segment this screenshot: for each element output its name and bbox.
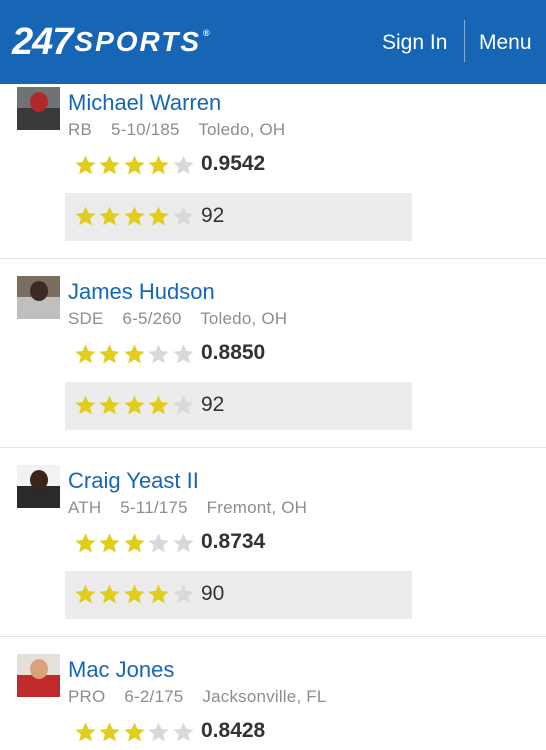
star-filled-icon <box>148 584 169 604</box>
player-measurables: 5-11/175 <box>120 498 188 517</box>
player-position: PRO <box>68 687 106 706</box>
star-empty-icon <box>173 155 194 175</box>
player-name[interactable]: Craig Yeast II <box>68 468 199 494</box>
player-name[interactable]: Mac Jones <box>68 657 174 683</box>
247-rating: 90 <box>201 582 225 605</box>
247-stars <box>74 205 196 228</box>
247-stars <box>74 583 196 606</box>
247-rating-box: 92 <box>65 382 412 430</box>
star-empty-icon <box>173 395 194 415</box>
247-rating: 92 <box>201 204 225 227</box>
divider <box>0 258 546 259</box>
star-filled-icon <box>124 533 145 553</box>
star-empty-icon <box>173 206 194 226</box>
247-rating-box: 92 <box>65 193 412 241</box>
divider <box>0 636 546 637</box>
star-empty-icon <box>173 344 194 364</box>
star-filled-icon <box>124 584 145 604</box>
composite-stars <box>74 343 196 366</box>
star-filled-icon <box>75 344 96 364</box>
player-meta: RB 5-10/185 Toledo, OH <box>68 120 299 140</box>
player-avatar[interactable] <box>17 276 60 319</box>
sign-in-link[interactable]: Sign In <box>382 30 447 56</box>
player-avatar[interactable] <box>17 465 60 508</box>
star-filled-icon <box>148 155 169 175</box>
player-measurables: 6-5/260 <box>122 309 182 328</box>
player-name[interactable]: Michael Warren <box>68 90 221 116</box>
star-filled-icon <box>75 206 96 226</box>
player-hometown: Toledo, OH <box>198 120 286 139</box>
star-filled-icon <box>124 344 145 364</box>
composite-rating: 0.8734 <box>201 530 266 553</box>
247sports-logo[interactable]: 247 SPORTS ® <box>12 20 211 63</box>
star-empty-icon <box>173 584 194 604</box>
star-empty-icon <box>148 344 169 364</box>
star-filled-icon <box>75 584 96 604</box>
player-meta: ATH 5-11/175 Fremont, OH <box>68 498 321 518</box>
player-measurables: 5-10/185 <box>110 120 180 139</box>
247-stars <box>74 394 196 417</box>
divider <box>0 447 546 448</box>
star-filled-icon <box>124 155 145 175</box>
player-name[interactable]: James Hudson <box>68 279 215 305</box>
247-rating: 92 <box>201 393 225 416</box>
header-divider <box>464 20 465 62</box>
logo-registered-mark: ® <box>203 28 211 38</box>
composite-rating: 0.8428 <box>201 719 266 742</box>
player-hometown: Fremont, OH <box>206 498 308 517</box>
247-rating-box: 90 <box>65 571 412 619</box>
star-empty-icon <box>173 722 194 742</box>
star-filled-icon <box>75 533 96 553</box>
player-position: ATH <box>68 498 102 517</box>
star-filled-icon <box>124 722 145 742</box>
star-filled-icon <box>124 206 145 226</box>
composite-rating: 0.9542 <box>201 152 266 175</box>
player-position: SDE <box>68 309 104 328</box>
star-filled-icon <box>99 344 120 364</box>
logo-digits: 247 <box>12 20 73 63</box>
star-empty-icon <box>173 533 194 553</box>
composite-rating: 0.8850 <box>201 341 266 364</box>
player-meta: SDE 6-5/260 Toledo, OH <box>68 309 301 329</box>
star-filled-icon <box>99 533 120 553</box>
player-hometown: Toledo, OH <box>200 309 288 328</box>
star-empty-icon <box>148 722 169 742</box>
star-filled-icon <box>75 395 96 415</box>
star-filled-icon <box>75 155 96 175</box>
logo-word: SPORTS <box>74 26 202 57</box>
player-measurables: 6-2/175 <box>124 687 184 706</box>
star-filled-icon <box>99 584 120 604</box>
star-filled-icon <box>124 395 145 415</box>
player-avatar[interactable] <box>17 87 60 130</box>
star-empty-icon <box>148 533 169 553</box>
star-filled-icon <box>148 395 169 415</box>
composite-stars <box>74 721 196 744</box>
menu-button[interactable]: Menu <box>479 30 532 56</box>
player-position: RB <box>68 120 93 139</box>
site-header: 247 SPORTS ® Sign In Menu <box>0 0 546 84</box>
star-filled-icon <box>75 722 96 742</box>
star-filled-icon <box>99 206 120 226</box>
player-hometown: Jacksonville, FL <box>202 687 327 706</box>
star-filled-icon <box>148 206 169 226</box>
star-filled-icon <box>99 722 120 742</box>
composite-stars <box>74 154 196 177</box>
star-filled-icon <box>99 395 120 415</box>
star-filled-icon <box>99 155 120 175</box>
player-avatar[interactable] <box>17 654 60 697</box>
composite-stars <box>74 532 196 555</box>
player-meta: PRO 6-2/175 Jacksonville, FL <box>68 687 341 707</box>
